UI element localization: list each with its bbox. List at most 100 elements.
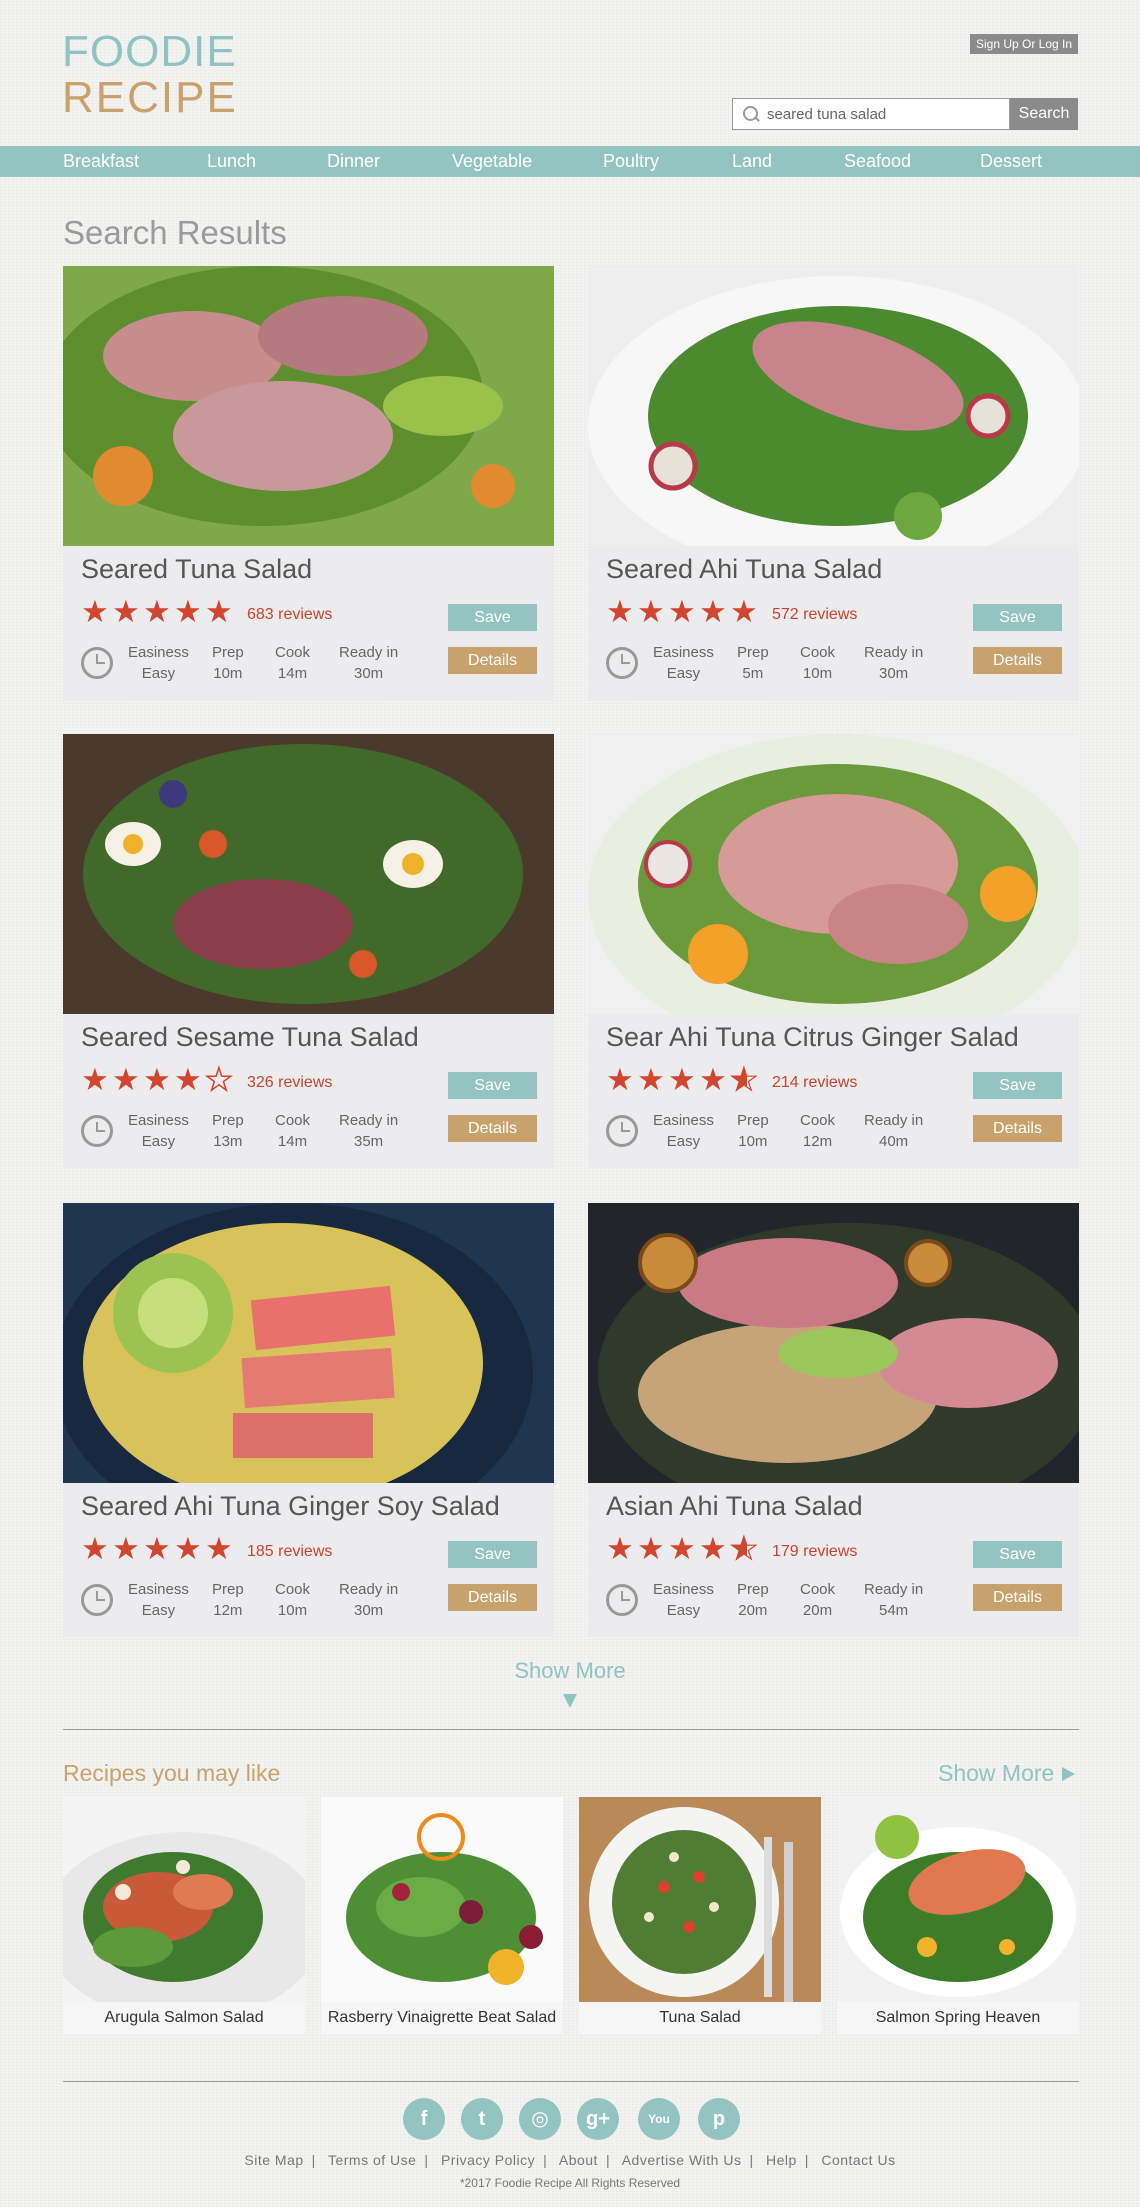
footer-link-privacy[interactable]: Privacy Policy <box>441 2152 535 2168</box>
cook-value: 14m <box>277 665 308 682</box>
cook-info: Cook 20m <box>800 1579 835 1621</box>
save-button[interactable]: Save <box>973 1072 1062 1099</box>
ready-info: Ready in 40m <box>864 1110 923 1152</box>
footer-link-terms[interactable]: Terms of Use <box>328 2152 416 2168</box>
ready-label: Ready in <box>339 1112 399 1129</box>
recipe-card[interactable]: Seared Ahi Tuna Salad ★ ★ ★ ★ ★ 572 reviews Sav… <box>588 266 1079 700</box>
recipe-card[interactable]: Seared Tuna Salad ★ ★ ★ ★ ★ 683 reviews Save Det… <box>63 266 554 700</box>
save-button[interactable]: Save <box>448 1072 537 1099</box>
youtube-icon[interactable]: You <box>638 2098 680 2140</box>
footer-link-about[interactable]: About <box>559 2152 598 2168</box>
suggestions-show-more-link[interactable]: Show More <box>938 1760 1076 1787</box>
nav-item-dinner[interactable]: Dinner <box>327 146 380 177</box>
recipe-photo[interactable] <box>588 266 1079 546</box>
search-box[interactable] <box>732 98 1010 130</box>
facebook-icon[interactable]: f <box>403 2098 445 2140</box>
review-count[interactable]: 326 reviews <box>247 1074 332 1092</box>
cook-info: Cook 10m <box>275 1579 310 1621</box>
google-plus-icon[interactable]: g+ <box>577 2098 619 2140</box>
easiness-value: Easy <box>666 665 701 682</box>
nav-item-dessert[interactable]: Dessert <box>980 146 1042 177</box>
main-nav: Breakfast Lunch Dinner Vegetable Poultry… <box>0 146 1140 177</box>
nav-item-seafood[interactable]: Seafood <box>844 146 911 177</box>
details-button[interactable]: Details <box>973 1115 1062 1142</box>
review-count[interactable]: 179 reviews <box>772 1543 857 1561</box>
star-icon: ★ <box>699 594 727 629</box>
ready-label: Ready in <box>339 644 399 661</box>
recipe-title[interactable]: Seared Sesame Tuna Salad <box>81 1022 419 1053</box>
recipe-card[interactable]: Seared Ahi Tuna Ginger Soy Salad ★ ★ ★ ★ ★ 185… <box>63 1203 554 1637</box>
nav-item-lunch[interactable]: Lunch <box>207 146 256 177</box>
recipe-info-panel: Sear Ahi Tuna Citrus Ginger Salad ★ ★ ★ ★ ★ 21… <box>588 1014 1079 1168</box>
easiness-label: Easiness <box>128 1112 189 1129</box>
prep-info: Prep 5m <box>737 642 769 684</box>
twitter-icon[interactable]: t <box>461 2098 503 2140</box>
pinterest-icon[interactable]: p <box>698 2098 740 2140</box>
suggestion-card[interactable]: Tuna Salad <box>579 1797 821 2034</box>
recipe-photo[interactable] <box>63 266 554 546</box>
footer-link-help[interactable]: Help <box>766 2152 797 2168</box>
easiness-info: Easiness Easy <box>653 642 714 684</box>
save-button[interactable]: Save <box>448 604 537 631</box>
footer-link-site-map[interactable]: Site Map <box>244 2152 303 2168</box>
recipe-photo[interactable] <box>588 1203 1079 1483</box>
suggestion-card[interactable]: Rasberry Vinaigrette Beat Salad <box>321 1797 563 2034</box>
recipe-card[interactable]: Asian Ahi Tuna Salad ★ ★ ★ ★ ★ 179 reviews Save… <box>588 1203 1079 1637</box>
search-input[interactable] <box>767 105 997 123</box>
recipe-title[interactable]: Seared Tuna Salad <box>81 554 312 585</box>
footer-link-advertise[interactable]: Advertise With Us <box>622 2152 742 2168</box>
recipe-title[interactable]: Asian Ahi Tuna Salad <box>606 1491 863 1522</box>
recipe-card[interactable]: Seared Sesame Tuna Salad ★ ★ ★ ★ ★ 326 reviews… <box>63 734 554 1168</box>
review-count[interactable]: 683 reviews <box>247 606 332 624</box>
suggestion-card[interactable]: Arugula Salmon Salad <box>63 1797 305 2034</box>
prep-value: 13m <box>213 1133 243 1150</box>
details-button[interactable]: Details <box>448 647 537 674</box>
star-icon: ★ <box>668 594 696 629</box>
suggestion-label: Tuna Salad <box>579 2002 821 2034</box>
review-count[interactable]: 214 reviews <box>772 1074 857 1092</box>
recipe-photo[interactable] <box>63 1203 554 1483</box>
star-icon: ★ <box>729 1063 761 1095</box>
chevron-down-icon[interactable] <box>563 1694 577 1708</box>
ready-label: Ready in <box>864 1581 924 1598</box>
signup-login-button[interactable]: Sign Up Or Log In <box>970 34 1078 54</box>
nav-item-poultry[interactable]: Poultry <box>603 146 659 177</box>
recipe-card[interactable]: Sear Ahi Tuna Citrus Ginger Salad ★ ★ ★ ★ ★ 21… <box>588 734 1079 1168</box>
site-logo[interactable]: FOODIE RECIPE <box>62 30 238 120</box>
prep-label: Prep <box>737 1581 769 1598</box>
nav-item-breakfast[interactable]: Breakfast <box>63 146 139 177</box>
recipe-title[interactable]: Sear Ahi Tuna Citrus Ginger Salad <box>606 1022 1019 1053</box>
search-button[interactable]: Search <box>1010 98 1078 130</box>
clock-icon <box>606 1115 638 1147</box>
recipe-photo[interactable] <box>63 734 554 1014</box>
instagram-icon[interactable]: ◎ <box>519 2098 561 2140</box>
save-button[interactable]: Save <box>973 1541 1062 1568</box>
suggestion-card[interactable]: Salmon Spring Heaven <box>837 1797 1079 2034</box>
nav-item-vegetable[interactable]: Vegetable <box>452 146 532 177</box>
cook-value: 14m <box>277 1133 308 1150</box>
details-button[interactable]: Details <box>448 1115 537 1142</box>
cook-label: Cook <box>275 1581 311 1598</box>
recipe-photo[interactable] <box>588 734 1079 1014</box>
details-button[interactable]: Details <box>973 647 1062 674</box>
review-count[interactable]: 572 reviews <box>772 606 857 624</box>
star-icon: ★ <box>143 594 171 629</box>
show-more-results-link[interactable]: Show More <box>0 1658 1140 1684</box>
easiness-label: Easiness <box>653 644 714 661</box>
star-icon: ★ <box>205 1531 233 1566</box>
recipe-title[interactable]: Seared Ahi Tuna Ginger Soy Salad <box>81 1491 500 1522</box>
details-button[interactable]: Details <box>448 1584 537 1611</box>
details-button[interactable]: Details <box>973 1584 1062 1611</box>
footer-divider <box>63 2081 1079 2082</box>
star-icon: ★ <box>204 1062 233 1097</box>
ready-value: 40m <box>879 1133 909 1150</box>
recipe-title[interactable]: Seared Ahi Tuna Salad <box>606 554 882 585</box>
footer-link-contact[interactable]: Contact Us <box>821 2152 895 2168</box>
save-button[interactable]: Save <box>973 604 1062 631</box>
cook-label: Cook <box>800 1112 836 1129</box>
review-count[interactable]: 185 reviews <box>247 1543 332 1561</box>
nav-item-land[interactable]: Land <box>732 146 772 177</box>
prep-value: 20m <box>738 1602 768 1619</box>
star-icon: ★ <box>205 594 233 629</box>
save-button[interactable]: Save <box>448 1541 537 1568</box>
